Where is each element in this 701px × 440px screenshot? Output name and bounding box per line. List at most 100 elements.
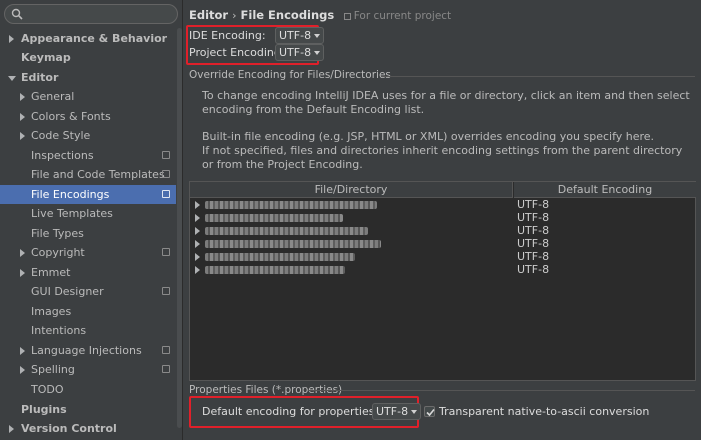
chevron-down-icon xyxy=(314,51,321,55)
sidebar-item-spelling[interactable]: Spelling xyxy=(0,360,176,379)
project-scope-icon xyxy=(162,248,170,256)
sidebar-item-live-templates[interactable]: Live Templates xyxy=(0,204,176,223)
sidebar-item-editor[interactable]: Editor xyxy=(0,68,176,87)
encoding-cell[interactable]: UTF-8 xyxy=(517,237,549,250)
project-scope-icon xyxy=(162,170,170,178)
sidebar-item-todo[interactable]: TODO xyxy=(0,380,176,399)
sidebar-item-label: Appearance & Behavior xyxy=(21,32,168,45)
sidebar-item-copyright[interactable]: Copyright xyxy=(0,243,176,262)
sidebar-item-appearance-behavior[interactable]: Appearance & Behavior xyxy=(0,29,176,48)
blurred-path xyxy=(205,201,377,209)
sidebar-item-label: Code Style xyxy=(31,129,91,142)
table-row[interactable]: UTF-8 xyxy=(190,224,695,237)
encoding-cell[interactable]: UTF-8 xyxy=(517,263,549,276)
encoding-cell[interactable]: UTF-8 xyxy=(517,211,549,224)
sidebar-item-intentions[interactable]: Intentions xyxy=(0,321,176,340)
search-icon xyxy=(11,8,23,20)
sidebar-item-inspections[interactable]: Inspections xyxy=(0,146,176,165)
sidebar-item-label: General xyxy=(31,90,75,103)
sidebar-item-general[interactable]: General xyxy=(0,87,176,106)
expand-arrow-icon[interactable] xyxy=(20,93,25,101)
table-row[interactable]: UTF-8 xyxy=(190,211,695,224)
table-row[interactable]: UTF-8 xyxy=(190,237,695,250)
expand-arrow-icon[interactable] xyxy=(20,347,25,355)
settings-sidebar: Appearance & Behavior Keymap Editor Gene… xyxy=(0,0,183,440)
ide-encoding-select[interactable]: UTF-8 xyxy=(275,27,325,44)
blurred-path xyxy=(205,240,381,248)
sidebar-item-file-encodings[interactable]: File Encodings xyxy=(0,185,176,204)
encoding-cell[interactable]: UTF-8 xyxy=(517,224,549,237)
expand-arrow-icon[interactable] xyxy=(20,132,25,140)
file-encoding-table[interactable]: File/Directory Default Encoding UTF-8 UT… xyxy=(189,181,696,381)
project-scope-icon xyxy=(162,190,170,198)
expand-arrow-icon[interactable] xyxy=(195,201,200,209)
blurred-path xyxy=(205,227,368,235)
project-scope-icon xyxy=(162,365,170,373)
blurred-path xyxy=(205,266,345,274)
table-row[interactable]: UTF-8 xyxy=(190,198,695,211)
sidebar-item-label: File Encodings xyxy=(31,188,110,201)
sidebar-item-label: Colors & Fonts xyxy=(31,110,111,123)
table-row[interactable]: UTF-8 xyxy=(190,250,695,263)
chevron-down-icon xyxy=(314,34,321,38)
sidebar-item-version-control[interactable]: Version Control xyxy=(0,419,176,438)
expand-arrow-icon[interactable] xyxy=(20,269,25,277)
sidebar-item-label: TODO xyxy=(31,383,64,396)
encoding-cell[interactable]: UTF-8 xyxy=(517,250,549,263)
transparent-conversion-checkbox[interactable] xyxy=(424,406,435,417)
project-encoding-label: Project Encoding: xyxy=(189,46,285,59)
project-scope-icon xyxy=(162,346,170,354)
sidebar-item-images[interactable]: Images xyxy=(0,302,176,321)
sidebar-item-label: File and Code Templates xyxy=(31,168,165,181)
sidebar-item-colors-fonts[interactable]: Colors & Fonts xyxy=(0,107,176,126)
project-scope-icon xyxy=(343,12,351,20)
ide-encoding-label: IDE Encoding: xyxy=(189,29,266,42)
sidebar-item-label: GUI Designer xyxy=(31,285,104,298)
sidebar-item-label: Live Templates xyxy=(31,207,113,220)
expand-arrow-icon[interactable] xyxy=(9,35,14,43)
expand-arrow-icon[interactable] xyxy=(20,366,25,374)
sidebar-item-label: Emmet xyxy=(31,266,71,279)
expand-arrow-icon[interactable] xyxy=(20,113,25,121)
table-row[interactable]: UTF-8 xyxy=(190,263,695,276)
sidebar-item-label: Plugins xyxy=(21,403,67,416)
sidebar-scrollbar[interactable] xyxy=(177,28,182,428)
sidebar-item-label: File Types xyxy=(31,227,84,240)
expand-arrow-icon[interactable] xyxy=(195,266,200,274)
expand-arrow-icon[interactable] xyxy=(195,253,200,261)
sidebar-item-code-style[interactable]: Code Style xyxy=(0,126,176,145)
checkmark-icon xyxy=(426,408,435,417)
settings-content: Editor › File Encodings For current projec… xyxy=(184,0,701,440)
sidebar-item-label: Version Control xyxy=(21,422,117,435)
sidebar-item-keymap[interactable]: Keymap xyxy=(0,48,176,67)
expand-arrow-icon[interactable] xyxy=(195,227,200,235)
sidebar-item-label: Spelling xyxy=(31,363,75,376)
breadcrumb-separator: › xyxy=(232,9,237,22)
sidebar-item-label: Keymap xyxy=(21,51,71,64)
transparent-conversion-label[interactable]: Transparent native-to-ascii conversion xyxy=(439,404,649,420)
blurred-path xyxy=(205,253,355,261)
properties-encoding-select[interactable]: UTF-8 xyxy=(372,403,422,420)
sidebar-item-language-injections[interactable]: Language Injections xyxy=(0,341,176,360)
expand-arrow-icon[interactable] xyxy=(9,425,14,433)
breadcrumb: Editor › File Encodings For current projec… xyxy=(189,7,451,23)
chevron-down-icon xyxy=(411,410,418,414)
expand-arrow-icon[interactable] xyxy=(195,214,200,222)
breadcrumb-parent: Editor xyxy=(189,8,229,22)
expand-arrow-icon[interactable] xyxy=(195,240,200,248)
sidebar-item-file-types[interactable]: File Types xyxy=(0,224,176,243)
sidebar-item-plugins[interactable]: Plugins xyxy=(0,400,176,419)
project-scope-icon xyxy=(162,151,170,159)
sidebar-item-file-code-templates[interactable]: File and Code Templates xyxy=(0,165,176,184)
sidebar-item-label: Inspections xyxy=(31,149,94,162)
project-encoding-select[interactable]: UTF-8 xyxy=(275,44,325,61)
sidebar-item-emmet[interactable]: Emmet xyxy=(0,263,176,282)
encoding-cell[interactable]: UTF-8 xyxy=(517,198,549,211)
sidebar-item-gui-designer[interactable]: GUI Designer xyxy=(0,282,176,301)
collapse-arrow-icon[interactable] xyxy=(8,76,16,81)
page-title: File Encodings xyxy=(240,8,335,22)
column-header-default-encoding[interactable]: Default Encoding xyxy=(514,182,696,198)
column-header-file-directory[interactable]: File/Directory xyxy=(190,182,513,198)
expand-arrow-icon[interactable] xyxy=(20,249,25,257)
settings-search-input[interactable] xyxy=(4,4,178,24)
